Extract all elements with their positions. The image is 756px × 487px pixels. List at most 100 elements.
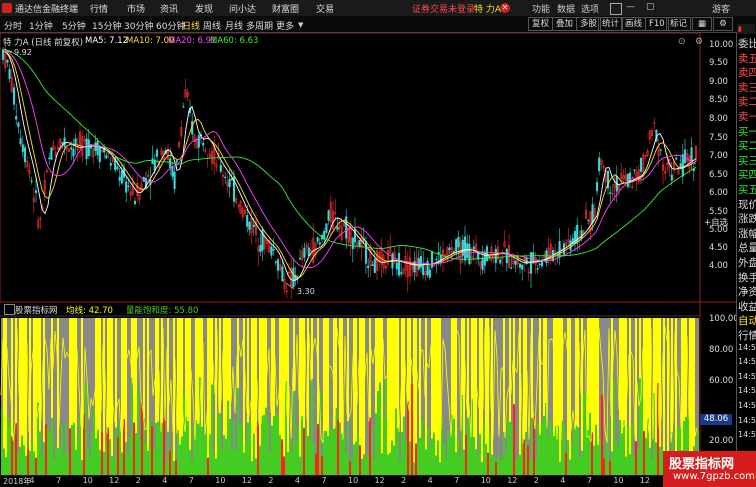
minimize-icon[interactable]: —	[626, 2, 635, 12]
ma5-label: MA5: 7.12	[85, 36, 129, 46]
right-panel-item: 现价	[738, 198, 756, 211]
period-daily[interactable]: 日线	[182, 19, 200, 32]
kline-chart[interactable]	[0, 33, 738, 487]
close-circle-icon[interactable]: ✕	[500, 3, 510, 13]
main-chart-frame	[0, 33, 701, 303]
fuquan-button[interactable]: 复权	[528, 17, 554, 31]
indicator-saturation-label: 量能饱和度: 55.80	[126, 306, 199, 316]
period-30min[interactable]: 30分钟	[124, 19, 153, 32]
x-axis-tick: 10	[348, 476, 359, 485]
period-monthly[interactable]: 月线	[225, 19, 243, 32]
indicator-avg-label: 均线: 42.70	[66, 306, 113, 316]
right-panel-item: 卖二	[738, 96, 756, 109]
app-title: 通达信金融终端	[15, 5, 79, 15]
right-panel-item: 委比	[738, 38, 756, 50]
menu-shuju[interactable]: 数据	[557, 2, 575, 15]
current-stock-name: 特 力A	[474, 5, 502, 15]
x-axis-tick: 12	[374, 476, 385, 485]
app-logo-icon	[2, 3, 12, 13]
x-axis-tick: 7	[321, 476, 327, 485]
menu-hangqing[interactable]: 行情	[90, 2, 108, 15]
ma5-line	[2, 50, 697, 282]
login-notice[interactable]: 证券交易未登录	[412, 2, 475, 15]
right-panel-item: 自动	[738, 315, 756, 328]
menu-gongneng[interactable]: 功能	[532, 2, 550, 15]
x-axis-tick: 4	[162, 476, 168, 485]
current-value-badge: 48.06	[700, 414, 732, 425]
y-tick: 6.50	[709, 170, 728, 180]
chevron-down-icon[interactable]: ▼	[298, 21, 303, 29]
x-axis-tick: 12	[109, 476, 120, 485]
menu-faxian[interactable]: 发现	[195, 2, 213, 15]
grid-icon[interactable]: ▦	[692, 17, 712, 31]
candles	[1, 42, 698, 299]
x-axis-tick: 10	[215, 476, 226, 485]
huaxian-button[interactable]: 画线	[621, 17, 647, 31]
x-axis-tick: 10	[480, 476, 491, 485]
period-fenshi[interactable]: 分时	[4, 19, 22, 32]
indicator-y-tick: 20.00	[709, 436, 734, 446]
x-axis-tick: 2	[401, 476, 407, 485]
biaoji-button[interactable]: 标记	[666, 17, 692, 31]
y-tick: 5.00	[709, 225, 728, 235]
y-tick: 7.50	[709, 133, 728, 143]
right-panel-item: 行情	[738, 330, 756, 342]
diejia-button[interactable]: 叠加	[552, 17, 578, 31]
y-tick: 5.50	[709, 207, 728, 217]
right-panel-item: 14:56	[738, 357, 756, 367]
guest-label[interactable]: 游客	[712, 2, 730, 15]
right-panel-item: 涨幅	[738, 227, 756, 240]
tongji-button[interactable]: 统计	[598, 17, 624, 31]
right-panel-item: 14:56	[738, 430, 756, 440]
y-tick: 9.50	[709, 58, 728, 68]
x-axis-tick: 2	[135, 476, 141, 485]
period-1min[interactable]: 1分钟	[29, 19, 53, 32]
right-panel-item: 卖五	[738, 52, 756, 65]
x-axis-tick: 7	[56, 476, 62, 485]
ma10-line	[2, 50, 697, 279]
right-panel-item: 买二	[738, 140, 756, 153]
ma20-line	[2, 50, 697, 268]
y-tick: 4.50	[709, 243, 728, 253]
settings-small-icon[interactable]: ⚙	[695, 37, 703, 47]
menu-shichang[interactable]: 市场	[127, 2, 145, 15]
x-axis-tick: 7	[586, 476, 592, 485]
gear-icon[interactable]: ⚙	[713, 17, 733, 31]
banner-url: www.7gpzb.com	[673, 471, 755, 482]
low-price-label: 3.30	[297, 287, 315, 296]
y-tick: 4.00	[709, 261, 728, 271]
x-axis-tick: 7	[454, 476, 460, 485]
y-tick: 8.50	[709, 95, 728, 105]
x-axis-tick: 7	[188, 476, 194, 485]
right-panel-item: 收益	[738, 300, 756, 313]
y-tick: 9.00	[709, 77, 728, 87]
menu-zixun[interactable]: 资讯	[160, 2, 178, 15]
x-axis-tick: 12	[241, 476, 253, 485]
window-icon[interactable]	[610, 3, 622, 15]
indicator-y-tick: 80.00	[709, 345, 734, 355]
period-multi[interactable]: 多周期	[246, 19, 273, 32]
indicator-y-tick: 60.00	[709, 376, 734, 386]
indicator-y-tick: 100.00	[709, 314, 739, 324]
x-axis-tick: 2	[533, 476, 539, 485]
period-more[interactable]: 更多	[276, 19, 294, 32]
restore-icon[interactable]: ▢	[646, 2, 655, 12]
x-axis-tick: 4	[294, 476, 301, 485]
y-tick: 8.00	[709, 114, 728, 124]
menu-wenxiaoda[interactable]: 问小达	[229, 2, 256, 15]
menu-caifuquan[interactable]: 财富圈	[272, 2, 299, 15]
period-5min[interactable]: 5分钟	[62, 19, 86, 32]
ma60-label: MA60: 6.63	[210, 36, 259, 46]
period-weekly[interactable]: 周线	[203, 19, 221, 32]
menu-jiaoyi[interactable]: 交易	[316, 2, 334, 15]
menu-xuanxiang[interactable]: 选项	[581, 2, 599, 15]
x-axis-tick: 12	[639, 476, 651, 485]
red-marker-icon: ▮	[738, 25, 742, 33]
right-panel-item: 买一	[738, 125, 756, 138]
indicator-menu-icon[interactable]	[4, 304, 15, 315]
main-chart-title: 特 力A (日线 前复权)	[3, 38, 84, 48]
right-panel-item: 14:56	[738, 415, 756, 425]
x-axis-tick: 4	[427, 476, 433, 485]
period-15min[interactable]: 15分钟	[92, 19, 121, 32]
zoom-icon[interactable]: ⊙	[678, 37, 686, 47]
